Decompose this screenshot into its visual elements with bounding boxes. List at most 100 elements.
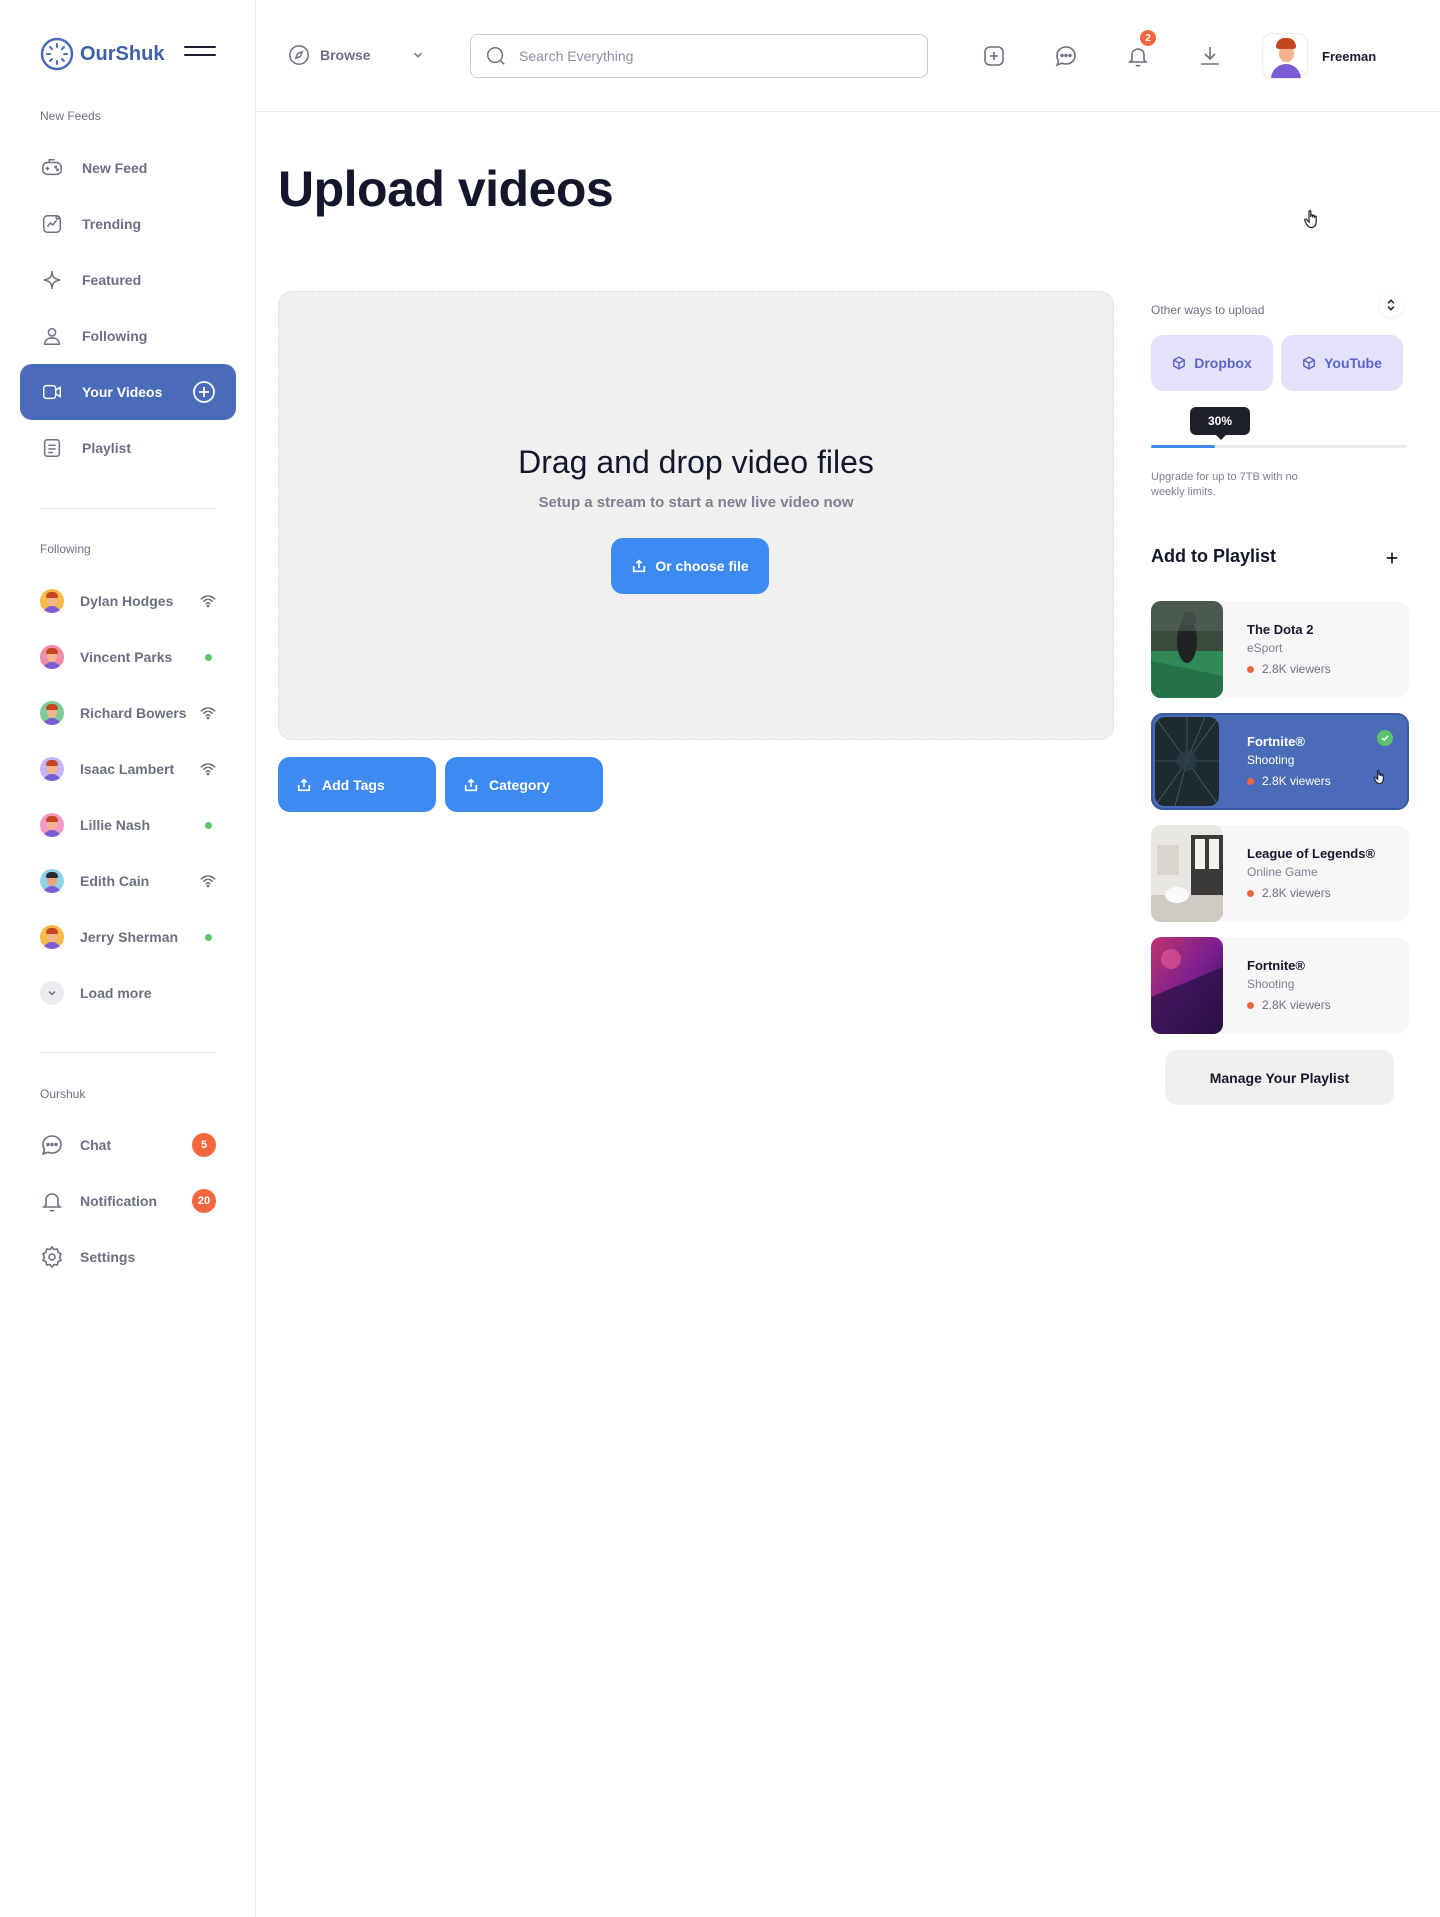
following-name: Dylan Hodges (80, 593, 174, 609)
add-tags-label: Add Tags (322, 776, 385, 793)
sidebar: OurShuk New Feeds New Feed Trending Feat… (0, 0, 256, 1917)
upload-progress-fill (1151, 445, 1215, 448)
compass-icon (288, 44, 310, 66)
playlist-item-name: Fortnite® (1247, 958, 1305, 973)
user-profile[interactable]: Freeman (1262, 33, 1376, 79)
playlist-item-category: eSport (1247, 641, 1283, 655)
upload-progress-bar (1151, 445, 1407, 448)
live-wifi-icon (200, 593, 216, 609)
add-playlist-icon[interactable] (1379, 545, 1405, 571)
sidebar-item-notification[interactable]: Notification 20 (40, 1189, 216, 1213)
manage-playlist-button[interactable]: Manage Your Playlist (1165, 1050, 1394, 1105)
upload-icon (631, 558, 647, 574)
sidebar-item-label: Playlist (82, 440, 132, 456)
following-item[interactable]: Richard Bowers (40, 701, 216, 725)
search-input[interactable] (519, 48, 899, 64)
dropbox-button[interactable]: Dropbox (1151, 335, 1273, 391)
expand-collapse-icon[interactable] (1379, 293, 1403, 317)
choose-file-button[interactable]: Or choose file (611, 538, 769, 594)
playlist-thumbnail (1151, 825, 1223, 922)
sidebar-item-your-videos[interactable]: Your Videos (20, 364, 236, 420)
sidebar-item-trending[interactable]: Trending (20, 196, 236, 252)
playlist-item[interactable]: Fortnite® Shooting 2.8K viewers (1151, 937, 1409, 1034)
upload-dropzone[interactable]: Drag and drop video files Setup a stream… (278, 291, 1114, 740)
avatar (40, 757, 64, 781)
sidebar-item-playlist[interactable]: Playlist (20, 420, 236, 476)
following-item[interactable]: Lillie Nash (40, 813, 216, 837)
category-button[interactable]: Category (445, 757, 603, 812)
playlist-item[interactable]: The Dota 2 eSport 2.8K viewers (1151, 601, 1409, 698)
online-status-dot (200, 817, 216, 833)
box-icon (1302, 356, 1316, 370)
playlist-item-category: Shooting (1247, 977, 1295, 991)
user-name: Freeman (1322, 48, 1377, 64)
add-tags-button[interactable]: Add Tags (278, 757, 436, 812)
load-more-label: Load more (80, 985, 152, 1001)
following-item[interactable]: Dylan Hodges (40, 589, 216, 613)
search-icon (485, 45, 507, 67)
avatar (40, 589, 64, 613)
upload-icon (463, 777, 479, 793)
avatar (40, 701, 64, 725)
playlist-item-selected[interactable]: Fortnite® Shooting 2.8K viewers (1151, 713, 1409, 810)
dropzone-title: Drag and drop video files (518, 444, 874, 480)
sidebar-item-following[interactable]: Following (20, 308, 236, 364)
online-status-dot (200, 649, 216, 665)
trending-chart-icon (40, 212, 64, 236)
dropzone-subtitle: Setup a stream to start a new live video… (538, 494, 854, 511)
sidebar-item-label: New Feed (82, 160, 148, 176)
sidebar-item-new-feed[interactable]: New Feed (20, 140, 236, 196)
playlist-item-name: The Dota 2 (1247, 622, 1314, 637)
create-icon[interactable] (982, 44, 1006, 68)
notifications-bell-icon[interactable]: 2 (1126, 30, 1156, 68)
playlist-thumbnail (1151, 601, 1223, 698)
download-icon[interactable] (1198, 44, 1222, 68)
online-status-dot (200, 929, 216, 945)
avatar (1262, 33, 1308, 79)
sidebar-item-label: Notification (80, 1193, 157, 1209)
add-video-icon[interactable] (192, 380, 216, 407)
following-item[interactable]: Edith Cain (40, 869, 216, 893)
logo-icon (40, 37, 74, 71)
chevron-down-icon (411, 48, 425, 62)
messages-icon[interactable] (1054, 44, 1078, 68)
menu-toggle-icon[interactable] (184, 46, 216, 58)
list-icon (40, 436, 64, 460)
chevron-down-icon (40, 981, 64, 1005)
sidebar-item-label: Following (82, 328, 148, 344)
video-icon (40, 380, 64, 404)
upgrade-text: Upgrade for up to 7TB with no weekly lim… (1151, 471, 1298, 498)
divider (40, 508, 216, 509)
checkmark-icon (1377, 730, 1393, 746)
following-item[interactable]: Isaac Lambert (40, 757, 216, 781)
sidebar-item-chat[interactable]: Chat 5 (40, 1133, 216, 1157)
notification-count-badge: 20 (192, 1189, 216, 1213)
divider (40, 1052, 216, 1053)
youtube-button[interactable]: YouTube (1281, 335, 1403, 391)
playlist-title: Add to Playlist (1151, 546, 1277, 566)
sidebar-item-label: Chat (80, 1137, 112, 1153)
playlist-item-category: Shooting (1247, 753, 1295, 767)
following-item[interactable]: Jerry Sherman (40, 925, 216, 949)
choose-file-label: Or choose file (655, 558, 749, 574)
section-label-ourshuk: Ourshuk (40, 1087, 86, 1101)
logo[interactable]: OurShuk (40, 37, 164, 71)
playlist-thumbnail (1155, 717, 1219, 806)
playlist-item-viewers: 2.8K viewers (1247, 886, 1331, 900)
browse-dropdown[interactable]: Browse (288, 44, 425, 66)
playlist-item[interactable]: League of Legends® Online Game 2.8K view… (1151, 825, 1409, 922)
following-name: Isaac Lambert (80, 761, 175, 777)
sidebar-item-featured[interactable]: Featured (20, 252, 236, 308)
avatar (40, 869, 64, 893)
bell-icon (40, 1189, 64, 1213)
following-name: Lillie Nash (80, 817, 151, 833)
other-ways-label: Other ways to upload (1151, 303, 1265, 317)
following-item[interactable]: Vincent Parks (40, 645, 216, 669)
notification-badge: 2 (1140, 30, 1156, 46)
upload-icon (296, 777, 312, 793)
load-more-button[interactable]: Load more (40, 981, 216, 1005)
browse-label: Browse (320, 47, 371, 63)
app-name: OurShuk (80, 42, 165, 65)
viewers-count: 2.8K viewers (1262, 998, 1331, 1012)
sidebar-item-settings[interactable]: Settings (40, 1245, 216, 1269)
